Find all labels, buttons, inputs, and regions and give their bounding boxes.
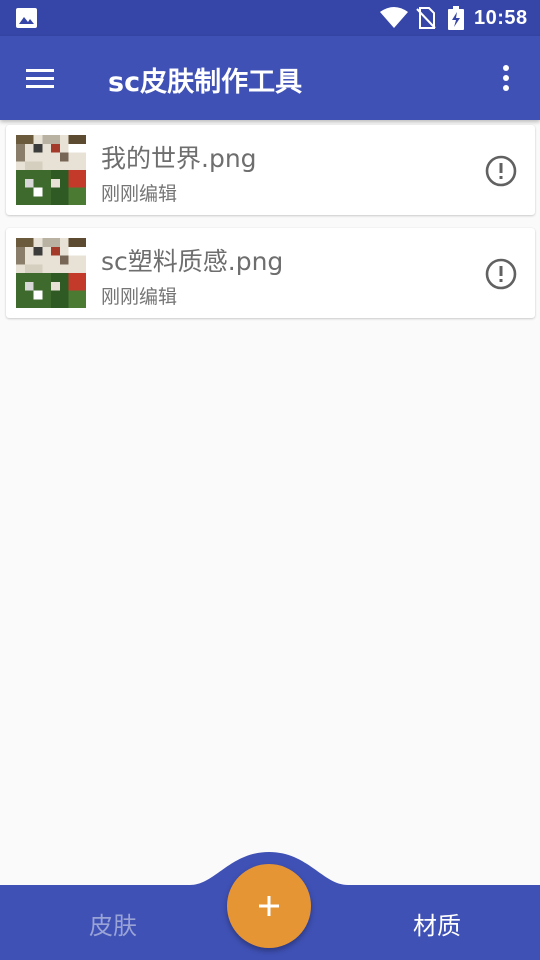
image-icon	[16, 8, 37, 28]
bottom-navigation: 皮肤 材质	[0, 850, 540, 960]
plus-icon	[259, 896, 279, 916]
file-card[interactable]: 我的世界.png 刚刚编辑	[6, 125, 535, 215]
alert-circle-icon[interactable]	[484, 154, 518, 188]
more-vertical-icon[interactable]	[490, 62, 522, 94]
tab-material[interactable]: 材质	[413, 906, 461, 941]
add-button[interactable]	[227, 864, 311, 948]
file-status: 刚刚编辑	[101, 286, 178, 308]
skin-thumbnail	[16, 135, 86, 205]
menu-icon[interactable]	[22, 62, 58, 94]
status-time: 10:58	[474, 7, 528, 29]
skin-thumbnail	[16, 238, 86, 308]
alert-circle-icon[interactable]	[484, 257, 518, 291]
status-bar: 10:58	[0, 0, 540, 36]
file-card[interactable]: sc塑料质感.png 刚刚编辑	[6, 228, 535, 318]
battery-charging-icon	[448, 6, 464, 30]
file-status: 刚刚编辑	[101, 183, 178, 205]
file-name: sc塑料质感.png	[101, 247, 284, 276]
app-bar: sc皮肤制作工具	[0, 36, 540, 120]
file-name: 我的世界.png	[101, 144, 257, 173]
page-title: sc皮肤制作工具	[108, 67, 303, 98]
tab-skin[interactable]: 皮肤	[89, 906, 137, 941]
wifi-icon	[380, 7, 408, 28]
no-sim-icon	[416, 7, 436, 29]
